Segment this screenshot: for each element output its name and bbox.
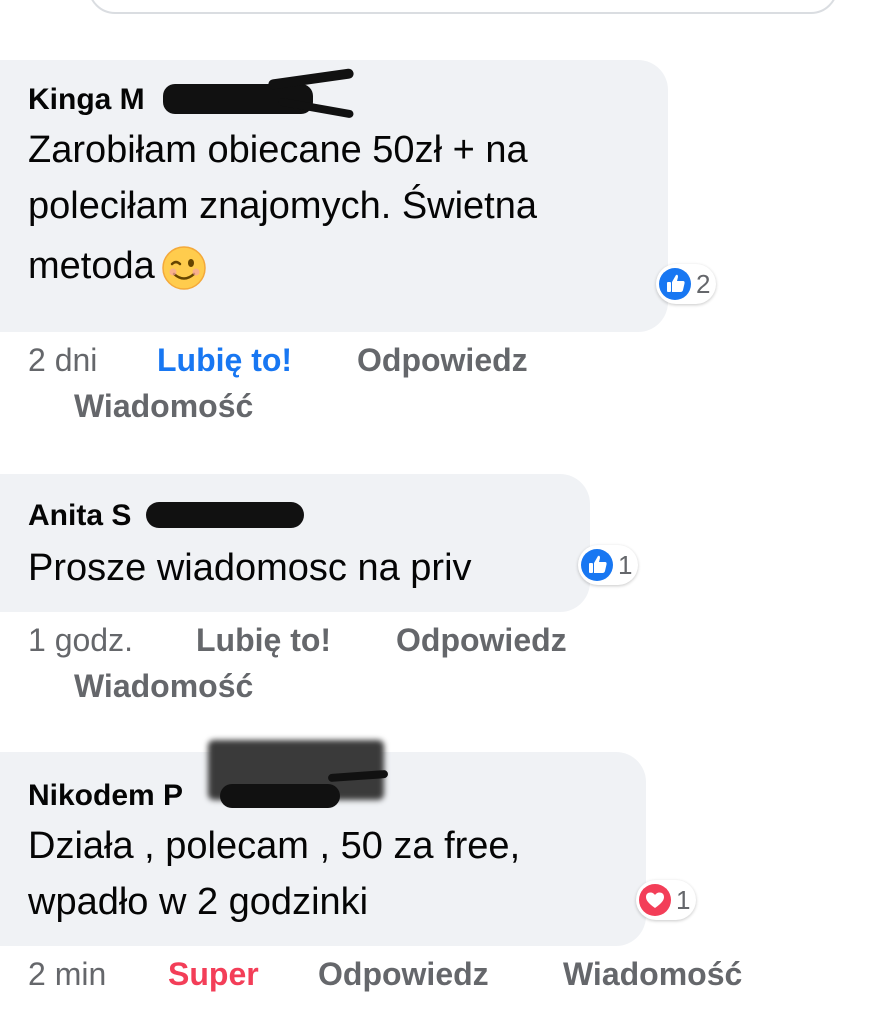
comment-author-3[interactable]: Nikodem Pak [28,740,618,814]
comment-text-3: Działa , polecam , 50 za free, wpadło w … [28,825,521,923]
comment-text-2: Prosze wiadomosc na priv [28,547,472,589]
comment-bubble-2: Anita S Prosze wiadomosc na priv [0,474,590,612]
comment-author-1[interactable]: Kinga Ma [28,68,640,119]
redaction-mark [146,502,304,528]
reply-button[interactable]: Odpowiedz [357,342,528,379]
reaction-badge-3[interactable]: 1 [636,880,697,920]
redaction-mark [267,68,355,90]
reaction-count: 1 [618,549,633,580]
comment-actions-3: 2 min Super Odpowiedz Wiadomość [0,956,878,1000]
reaction-count: 1 [676,884,691,915]
like-button[interactable]: Lubię to! [196,622,331,659]
comment-input-box[interactable] [88,0,838,14]
comment-author-2[interactable]: Anita S [28,498,562,534]
like-icon [659,268,691,300]
like-button[interactable]: Lubię to! [157,342,292,379]
winking-face-icon [162,246,206,290]
reaction-badge-1[interactable]: 2 [656,264,717,304]
timestamp: 1 godz. [28,622,133,658]
reaction-count: 2 [696,268,711,299]
reply-button[interactable]: Odpowiedz [318,956,489,993]
comment-bubble-3: Nikodem Pak Działa , polecam , 50 za fre… [0,740,646,946]
redaction-mark [220,784,340,808]
super-reaction-button[interactable]: Super [168,956,259,993]
timestamp: 2 dni [28,342,98,378]
comment-bubble-1: Kinga Ma Zarobiłam obiecane 50zł + na po… [0,60,668,332]
timestamp: 2 min [28,956,107,992]
reaction-badge-2[interactable]: 1 [578,545,639,585]
message-button[interactable]: Wiadomość [74,668,253,705]
comment-actions-2: 1 godz. Lubię to! Odpowiedz Wiadomość [0,622,878,712]
message-button[interactable]: Wiadomość [563,956,742,993]
message-button[interactable]: Wiadomość [74,388,253,425]
like-icon [581,549,613,581]
reply-button[interactable]: Odpowiedz [396,622,567,659]
heart-icon [639,884,671,916]
comment-text-1: Zarobiłam obiecane 50zł + na poleciłam z… [28,122,640,298]
comment-actions-1: 2 dni Lubię to! Odpowiedz Wiadomość [0,342,878,432]
